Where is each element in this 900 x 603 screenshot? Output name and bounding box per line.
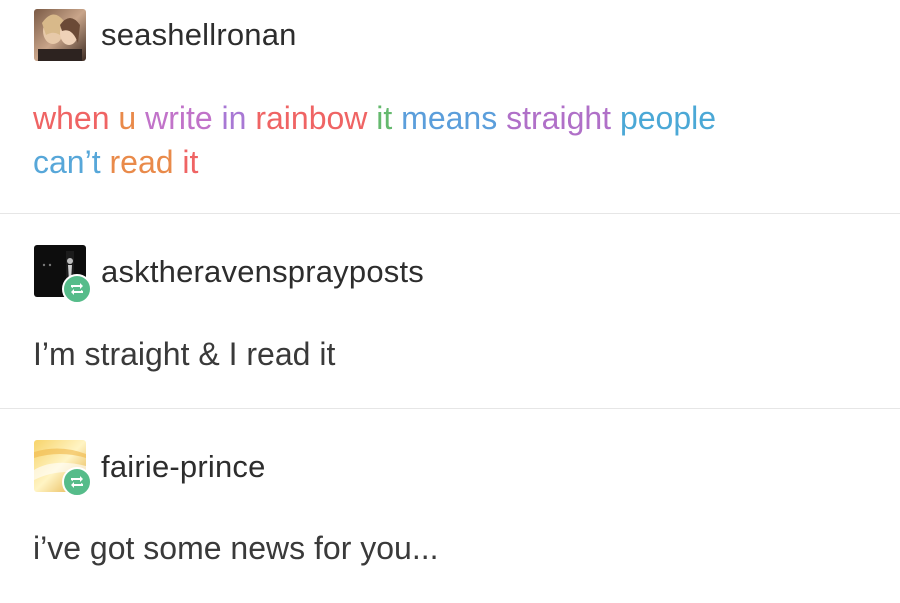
- rainbow-word: [497, 100, 506, 136]
- rainbow-line: can’t read it: [33, 140, 873, 184]
- reblog-icon: [62, 467, 92, 497]
- rainbow-word: straight: [506, 100, 612, 136]
- rainbow-line: when u write in rainbow it means straigh…: [33, 96, 873, 140]
- post-body-rainbow-text: when u write in rainbow it means straigh…: [33, 96, 873, 184]
- post-asktheravensprayposts: asktheravensprayposts I’m straight & I r…: [0, 214, 900, 408]
- rainbow-word: in: [221, 100, 247, 136]
- rainbow-word: when: [33, 100, 110, 136]
- rainbow-word: u: [118, 100, 137, 136]
- rainbow-word: write: [145, 100, 213, 136]
- rainbow-word: read: [109, 144, 174, 180]
- rainbow-word: [611, 100, 620, 136]
- rainbow-word: [367, 100, 376, 136]
- username[interactable]: seashellronan: [101, 17, 297, 53]
- rainbow-word: [392, 100, 401, 136]
- rainbow-word: people: [619, 100, 717, 136]
- rainbow-word: it: [182, 144, 199, 180]
- rainbow-word: [246, 100, 255, 136]
- rainbow-word: [213, 100, 222, 136]
- rainbow-word: [136, 100, 145, 136]
- post-seashellronan: seashellronan when u write in rainbow it…: [0, 0, 900, 213]
- rainbow-word: means: [401, 100, 498, 136]
- avatar-seashellronan[interactable]: [34, 9, 86, 61]
- rainbow-word: can’t: [33, 144, 101, 180]
- post-body-text: I’m straight & I read it: [33, 336, 336, 372]
- username[interactable]: asktheravensprayposts: [101, 254, 424, 290]
- rainbow-word: rainbow: [255, 100, 368, 136]
- username[interactable]: fairie-prince: [101, 449, 266, 485]
- rainbow-word: it: [376, 100, 393, 136]
- avatar-photo-icon: [34, 9, 86, 61]
- reblog-icon: [62, 274, 92, 304]
- post-body-text: i’ve got some news for you...: [33, 530, 439, 566]
- post-fairie-prince: fairie-prince i’ve got some news for you…: [0, 409, 900, 603]
